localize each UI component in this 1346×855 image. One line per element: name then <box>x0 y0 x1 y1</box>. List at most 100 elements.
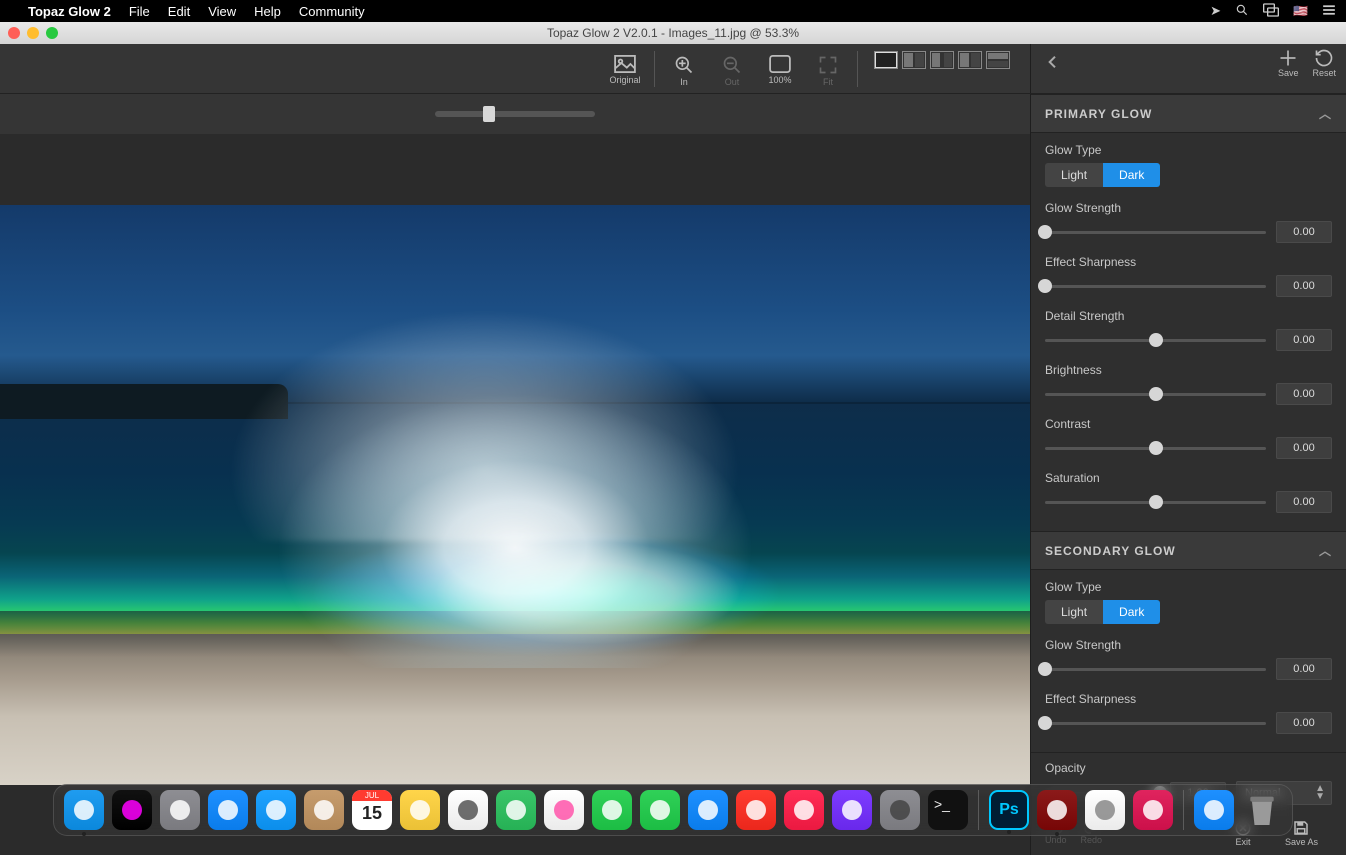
window-minimize-button[interactable] <box>27 27 39 39</box>
primary-value[interactable]: 0.00 <box>1276 491 1332 513</box>
dock-separator <box>1183 790 1184 830</box>
dock-notes-icon[interactable] <box>400 790 440 830</box>
spotlight-icon[interactable] <box>1235 3 1249 20</box>
dock-preferences-icon[interactable] <box>880 790 920 830</box>
dock-maps-icon[interactable] <box>496 790 536 830</box>
panel-back-button[interactable] <box>1041 48 1065 82</box>
compare-split-v-button[interactable] <box>902 51 926 69</box>
primary-slider[interactable] <box>1045 231 1266 234</box>
secondary-slider[interactable] <box>1045 722 1266 725</box>
dock-trash-icon[interactable] <box>1242 790 1282 830</box>
primary-slider-thumb[interactable] <box>1038 279 1052 293</box>
dock-facetime-icon[interactable] <box>640 790 680 830</box>
primary-slider[interactable] <box>1045 393 1266 396</box>
adjustments-panel: PRIMARY GLOW ︿ Glow Type Light Dark Glow… <box>1030 94 1346 855</box>
chevron-up-icon: ︿ <box>1319 542 1332 559</box>
dock-textedit-icon[interactable] <box>1085 790 1125 830</box>
dock-mail-icon[interactable] <box>256 790 296 830</box>
compare-single-button[interactable] <box>874 51 898 69</box>
menu-help[interactable]: Help <box>254 4 281 19</box>
primary-value[interactable]: 0.00 <box>1276 383 1332 405</box>
primary-glow-dark-button[interactable]: Dark <box>1103 163 1160 187</box>
section-secondary-glow-header[interactable]: SECONDARY GLOW ︿ <box>1031 531 1346 570</box>
zoom-slider-thumb[interactable] <box>483 106 495 122</box>
compare-split-h-button[interactable] <box>958 51 982 69</box>
image-viewport[interactable] <box>0 134 1030 855</box>
secondary-slider[interactable] <box>1045 668 1266 671</box>
primary-slider-label: Glow Strength <box>1045 201 1332 215</box>
dock-terminal-icon[interactable]: >_ <box>928 790 968 830</box>
zoom-fit-button[interactable]: Fit <box>805 51 851 87</box>
reset-button[interactable]: Reset <box>1312 48 1336 78</box>
primary-glow-light-button[interactable]: Light <box>1045 163 1103 187</box>
preview-image <box>0 205 1030 785</box>
toolbar-separator <box>654 51 655 87</box>
section-primary-glow-header[interactable]: PRIMARY GLOW ︿ <box>1031 94 1346 133</box>
zoom-100-button[interactable]: 100% <box>757 51 803 85</box>
screen-mirroring-icon[interactable] <box>1263 3 1279 20</box>
secondary-slider-label: Glow Strength <box>1045 638 1332 652</box>
window-titlebar: Topaz Glow 2 V2.0.1 - Images_11.jpg @ 53… <box>0 22 1346 44</box>
dock-appstore-icon[interactable] <box>688 790 728 830</box>
zoom-out-button[interactable]: Out <box>709 51 755 87</box>
primary-slider-thumb[interactable] <box>1149 333 1163 347</box>
dock-photoshop-icon[interactable]: Ps <box>989 790 1029 830</box>
secondary-glow-type-toggle: Light Dark <box>1045 600 1332 624</box>
menu-extra-icon[interactable] <box>1322 3 1336 20</box>
dock-topaz-studio-icon[interactable] <box>1037 790 1077 830</box>
primary-slider-label: Brightness <box>1045 363 1332 377</box>
dock-safari-icon[interactable] <box>208 790 248 830</box>
primary-slider-thumb[interactable] <box>1149 441 1163 455</box>
primary-slider-thumb[interactable] <box>1149 495 1163 509</box>
menu-file[interactable]: File <box>129 4 150 19</box>
section-secondary-glow-body: Glow Type Light Dark Glow Strength0.00Ef… <box>1031 570 1346 752</box>
primary-value[interactable]: 0.00 <box>1276 437 1332 459</box>
primary-slider-thumb[interactable] <box>1149 387 1163 401</box>
secondary-slider-thumb[interactable] <box>1038 716 1052 730</box>
primary-slider[interactable] <box>1045 339 1266 342</box>
dock-contacts-icon[interactable] <box>304 790 344 830</box>
primary-value[interactable]: 0.00 <box>1276 275 1332 297</box>
original-button[interactable]: Original <box>602 51 648 85</box>
dock-siri-icon[interactable] <box>112 790 152 830</box>
primary-slider[interactable] <box>1045 285 1266 288</box>
menubar-appname[interactable]: Topaz Glow 2 <box>28 4 111 19</box>
chevron-up-icon: ︿ <box>1319 105 1332 122</box>
compare-side-button[interactable] <box>930 51 954 69</box>
zoom-in-button[interactable]: In <box>661 51 707 87</box>
canvas-area <box>0 94 1030 855</box>
zoom-slider[interactable] <box>435 111 595 117</box>
compare-stack-button[interactable] <box>986 51 1010 69</box>
menu-edit[interactable]: Edit <box>168 4 190 19</box>
dock-calendar-icon[interactable]: JUL15 <box>352 790 392 830</box>
primary-slider[interactable] <box>1045 501 1266 504</box>
dock-downloads-icon[interactable] <box>1194 790 1234 830</box>
dock-podcasts-icon[interactable] <box>832 790 872 830</box>
secondary-glow-light-button[interactable]: Light <box>1045 600 1103 624</box>
dock-news-icon[interactable] <box>736 790 776 830</box>
window-close-button[interactable] <box>8 27 20 39</box>
secondary-slider-thumb[interactable] <box>1038 662 1052 676</box>
window-zoom-button[interactable] <box>46 27 58 39</box>
secondary-glow-dark-button[interactable]: Dark <box>1103 600 1160 624</box>
cursor-icon[interactable]: ➤ <box>1210 3 1221 19</box>
primary-slider-label: Saturation <box>1045 471 1332 485</box>
primary-value[interactable]: 0.00 <box>1276 221 1332 243</box>
secondary-value[interactable]: 0.00 <box>1276 712 1332 734</box>
primary-slider[interactable] <box>1045 447 1266 450</box>
flag-icon[interactable]: 🇺🇸 <box>1293 4 1308 18</box>
dock-separator <box>978 790 979 830</box>
menu-view[interactable]: View <box>208 4 236 19</box>
dock-launchpad-icon[interactable] <box>160 790 200 830</box>
menu-community[interactable]: Community <box>299 4 365 19</box>
primary-value[interactable]: 0.00 <box>1276 329 1332 351</box>
dock-messages-icon[interactable] <box>592 790 632 830</box>
dock-music-icon[interactable] <box>784 790 824 830</box>
dock-finder-icon[interactable] <box>64 790 104 830</box>
dock-rubymine-icon[interactable] <box>1133 790 1173 830</box>
primary-slider-thumb[interactable] <box>1038 225 1052 239</box>
dock-reminders-icon[interactable] <box>448 790 488 830</box>
secondary-value[interactable]: 0.00 <box>1276 658 1332 680</box>
save-preset-button[interactable]: Save <box>1278 48 1299 78</box>
dock-photos-icon[interactable] <box>544 790 584 830</box>
